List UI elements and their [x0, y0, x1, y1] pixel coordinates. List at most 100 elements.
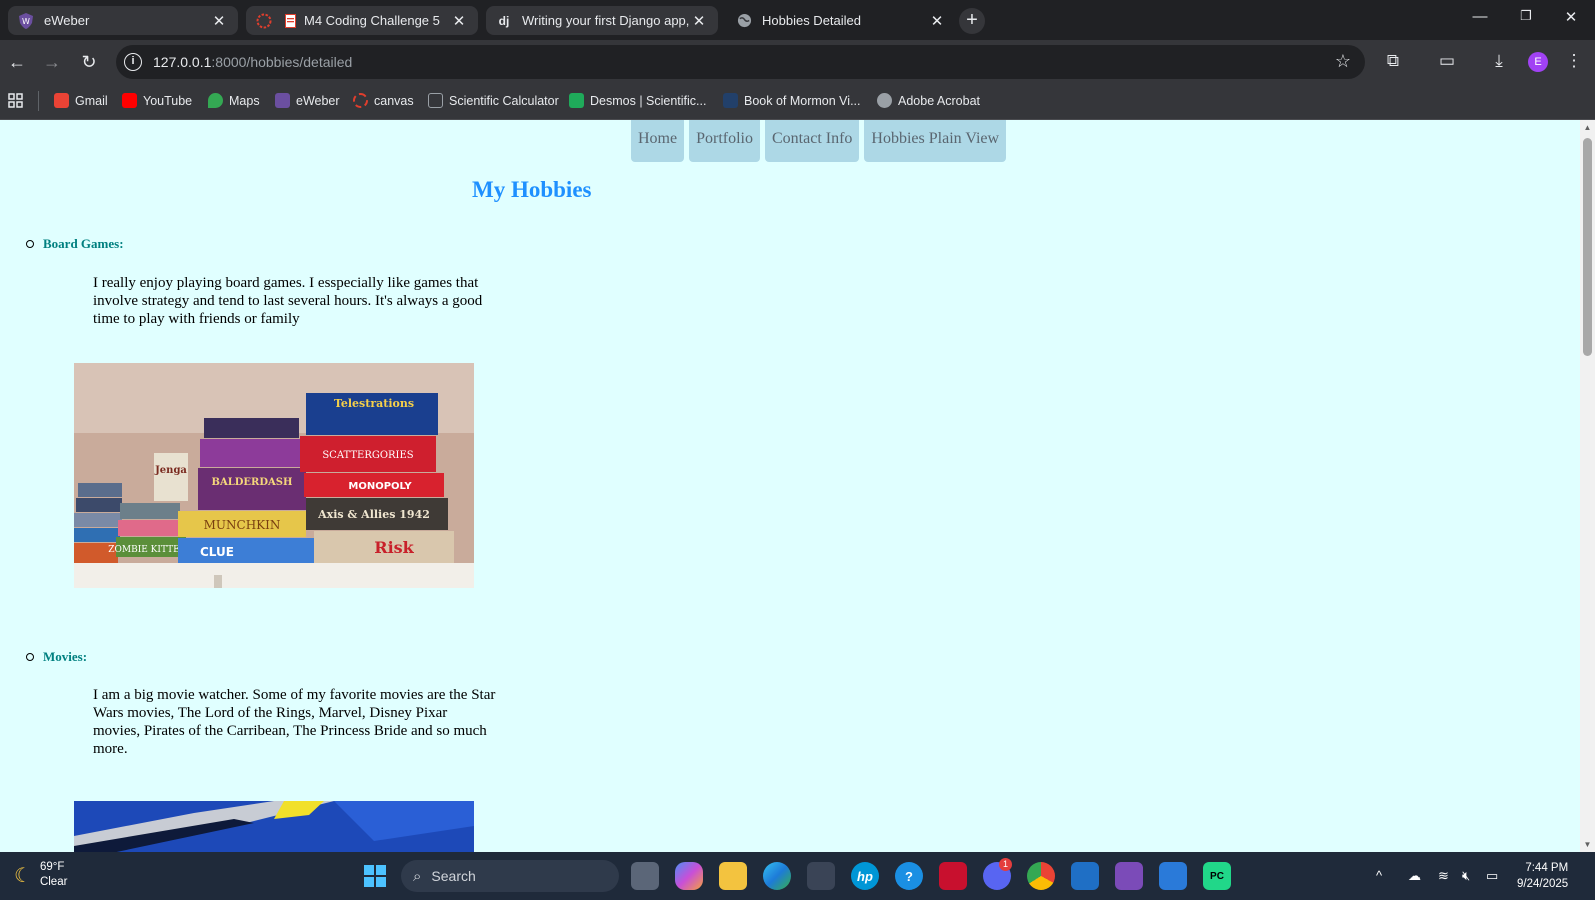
- bookmark-calculator[interactable]: Scientific Calculator: [428, 93, 559, 108]
- bookmark-youtube[interactable]: YouTube: [122, 93, 192, 108]
- back-icon[interactable]: ←: [5, 50, 29, 74]
- nav-portfolio[interactable]: Portfolio: [689, 120, 760, 162]
- get-help-icon[interactable]: ?: [895, 862, 923, 890]
- restore-icon[interactable]: ❐: [1511, 8, 1541, 24]
- cast-icon[interactable]: ▭: [1435, 51, 1459, 71]
- minimize-icon[interactable]: —: [1465, 8, 1495, 25]
- file-explorer-icon[interactable]: [719, 862, 747, 890]
- hobby-item: Board Games:: [26, 236, 124, 252]
- windows-start-icon[interactable]: [364, 865, 386, 887]
- url-text[interactable]: 127.0.0.1:8000/hobbies/detailed: [153, 54, 352, 70]
- hobby-description: I am a big movie watcher. Some of my fav…: [93, 687, 496, 757]
- list-bullet: [26, 240, 34, 248]
- shield-icon: [275, 93, 290, 108]
- pycharm-icon[interactable]: PC: [1203, 862, 1231, 890]
- shield-icon: W: [18, 12, 34, 29]
- board-games-photo: ZOMBIE KITTENS Jenga BALDERDASH MUNCHKIN…: [74, 363, 474, 588]
- game-label-telestrations: Telestrations: [334, 397, 414, 410]
- hobby-name: Movies:: [43, 649, 88, 664]
- apps-grid-icon[interactable]: [8, 93, 23, 108]
- tab-title: Writing your first Django app, p: [522, 13, 690, 28]
- canvas-doc-icon: [256, 13, 272, 29]
- taskbar-search[interactable]: ⌕ Search: [401, 860, 619, 892]
- page-scrollbar[interactable]: ▲ ▼: [1580, 120, 1595, 852]
- tab-eweber[interactable]: W eWeber ✕: [8, 6, 238, 35]
- game-label-jenga: Jenga: [154, 465, 187, 476]
- nav-home[interactable]: Home: [631, 120, 685, 162]
- menu-icon[interactable]: ⋮: [1562, 51, 1586, 71]
- hobby-item: Movies:: [26, 649, 87, 665]
- weather-widget[interactable]: ☾ 69°F Clear: [14, 860, 67, 890]
- address-bar[interactable]: i 127.0.0.1:8000/hobbies/detailed ☆: [116, 45, 1365, 79]
- site-info-icon[interactable]: i: [124, 53, 142, 71]
- bookmark-desmos[interactable]: Desmos | Scientific...: [569, 93, 706, 108]
- onedrive-icon[interactable]: ☁: [1408, 868, 1421, 884]
- search-icon: ⌕: [413, 867, 422, 885]
- tab-hobbies-detailed[interactable]: Hobbies Detailed ✕: [726, 6, 956, 35]
- bookmark-book-of-mormon[interactable]: Book of Mormon Vi...: [723, 93, 861, 108]
- game-label-scattergories: SCATTERGORIES: [322, 450, 413, 461]
- close-icon[interactable]: ✕: [450, 12, 468, 30]
- tab-django[interactable]: dj Writing your first Django app, p ✕: [486, 6, 718, 35]
- bookmark-gmail[interactable]: Gmail: [54, 93, 108, 108]
- game-label-risk: Risk: [374, 538, 414, 557]
- scroll-down-icon[interactable]: ▼: [1582, 840, 1593, 849]
- forward-icon[interactable]: →: [40, 50, 64, 74]
- movies-photo: [74, 801, 474, 852]
- bookmark-eweber[interactable]: eWeber: [275, 93, 340, 108]
- django-icon: dj: [498, 13, 510, 28]
- hobby-name: Board Games:: [43, 236, 124, 251]
- hp-icon[interactable]: hp: [851, 862, 879, 890]
- svg-text:W: W: [22, 17, 30, 26]
- chrome-icon[interactable]: [1027, 862, 1055, 890]
- book-icon: [723, 93, 738, 108]
- scroll-up-icon[interactable]: ▲: [1582, 123, 1593, 132]
- list-bullet: [26, 653, 34, 661]
- weather-condition: Clear: [39, 876, 68, 888]
- hobby-description: I really enjoy playing board games. I es…: [93, 275, 483, 327]
- new-tab-button[interactable]: +: [959, 8, 985, 34]
- tab-title: eWeber: [44, 13, 90, 28]
- bookmark-maps[interactable]: Maps: [208, 93, 260, 108]
- calculator-icon: [428, 93, 443, 108]
- volume-muted-icon[interactable]: 🔇︎: [1462, 868, 1470, 884]
- close-icon[interactable]: ✕: [210, 12, 228, 30]
- bookmark-adobe-acrobat[interactable]: Adobe Acrobat: [877, 93, 980, 108]
- close-icon[interactable]: ✕: [690, 12, 708, 30]
- clock-time: 7:44 PM: [1525, 862, 1569, 874]
- canvas-icon: [353, 93, 368, 108]
- tab-strip: W eWeber ✕ M4 Coding Challenge 5 ✕ dj Wr…: [0, 0, 1595, 40]
- bookmark-star-icon[interactable]: ☆: [1335, 51, 1351, 72]
- document-icon: [282, 13, 298, 29]
- tab-title: M4 Coding Challenge 5: [304, 13, 440, 28]
- scrollbar-thumb[interactable]: [1583, 138, 1592, 356]
- close-window-icon[interactable]: ✕: [1556, 8, 1586, 26]
- mcafee-icon[interactable]: [939, 862, 967, 890]
- search-placeholder: Search: [431, 868, 476, 884]
- site-nav: Home Portfolio Contact Info Hobbies Plai…: [631, 120, 1007, 162]
- download-icon[interactable]: ⤓: [1487, 51, 1511, 71]
- wifi-icon[interactable]: ≋: [1438, 868, 1449, 884]
- reload-icon[interactable]: ↻: [77, 50, 101, 74]
- battery-icon[interactable]: ▭: [1486, 868, 1498, 884]
- vscode-icon[interactable]: [1071, 862, 1099, 890]
- close-icon[interactable]: ✕: [928, 12, 946, 30]
- nav-contact-info[interactable]: Contact Info: [765, 120, 860, 162]
- extensions-icon[interactable]: ⧉: [1381, 51, 1405, 71]
- app-icon[interactable]: [1159, 862, 1187, 890]
- edge-icon[interactable]: [763, 862, 791, 890]
- game-label-axis-allies: Axis & Allies 1942: [317, 508, 430, 521]
- copilot-icon[interactable]: [675, 862, 703, 890]
- nav-hobbies-plain-view[interactable]: Hobbies Plain View: [864, 120, 1007, 162]
- system-clock[interactable]: 7:44 PM 9/24/2025: [1517, 860, 1568, 892]
- browser-toolbar: ← → ↻ i 127.0.0.1:8000/hobbies/detailed …: [0, 40, 1595, 85]
- tray-chevron-icon[interactable]: ^: [1376, 868, 1382, 883]
- task-view-icon[interactable]: [631, 862, 659, 890]
- profile-avatar[interactable]: E: [1528, 52, 1548, 72]
- tab-m4-coding[interactable]: M4 Coding Challenge 5 ✕: [246, 6, 478, 35]
- microsoft-store-icon[interactable]: [807, 862, 835, 890]
- game-label-clue: CLUE: [200, 545, 234, 559]
- page-viewport: Home Portfolio Contact Info Hobbies Plai…: [0, 120, 1580, 852]
- visual-studio-icon[interactable]: [1115, 862, 1143, 890]
- bookmark-canvas[interactable]: canvas: [353, 93, 414, 108]
